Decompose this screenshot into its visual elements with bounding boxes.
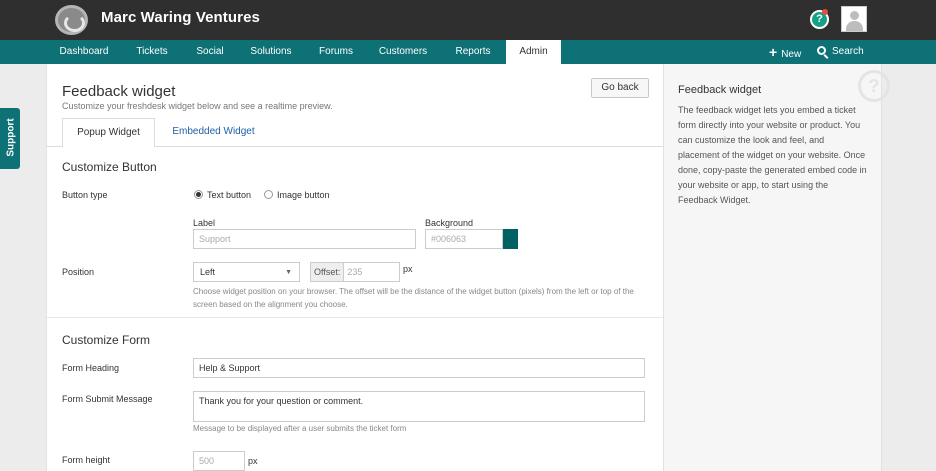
button-type-label: Button type xyxy=(62,190,108,200)
nav-customers[interactable]: Customers xyxy=(370,40,436,64)
offset-input[interactable]: Offset: 235 xyxy=(310,262,400,282)
nav-reports[interactable]: Reports xyxy=(445,40,501,64)
nav-dashboard[interactable]: Dashboard xyxy=(52,40,116,64)
nav-social[interactable]: Social xyxy=(187,40,233,64)
new-button[interactable]: + New xyxy=(769,40,801,64)
main-panel: Feedback widget Customize your freshdesk… xyxy=(46,64,664,471)
nav-forums[interactable]: Forums xyxy=(309,40,363,64)
plus-icon: + xyxy=(769,44,778,60)
form-submit-message-label: Form Submit Message xyxy=(62,394,153,404)
help-sidebar: ? Feedback widget The feedback widget le… xyxy=(663,64,890,471)
search-icon xyxy=(817,46,826,55)
nav-solutions[interactable]: Solutions xyxy=(242,40,300,64)
position-select[interactable]: Left ▼ xyxy=(193,262,300,282)
support-widget-tab[interactable]: Support xyxy=(0,108,20,169)
form-height-label: Form height xyxy=(62,455,111,465)
chevron-down-icon: ▼ xyxy=(285,269,292,276)
offset-addon: Offset: xyxy=(311,263,345,281)
color-swatch[interactable] xyxy=(503,229,518,249)
support-tab-label: Support xyxy=(5,118,17,157)
form-heading-input[interactable]: Help & Support xyxy=(193,358,645,378)
top-bar: Marc Waring Ventures ? xyxy=(0,0,936,40)
tab-popup-widget[interactable]: Popup Widget xyxy=(62,118,155,147)
search-button[interactable]: Search xyxy=(817,40,864,64)
position-label: Position xyxy=(62,267,95,277)
notification-dot-icon xyxy=(822,9,828,15)
nav-admin[interactable]: Admin xyxy=(506,40,561,64)
customize-form-heading: Customize Form xyxy=(62,333,151,347)
form-height-unit: px xyxy=(248,456,258,466)
background-label: Background xyxy=(425,218,474,228)
go-back-button[interactable]: Go back xyxy=(591,78,649,98)
sidebar-title: Feedback widget xyxy=(678,84,762,96)
nav-tickets[interactable]: Tickets xyxy=(126,40,178,64)
image-button-radio[interactable] xyxy=(264,190,273,199)
text-button-label: Text button xyxy=(207,190,252,200)
main-nav: Dashboard Tickets Social Solutions Forum… xyxy=(0,40,936,64)
page-subtitle: Customize your freshdesk widget below an… xyxy=(62,101,333,111)
form-heading-label: Form Heading xyxy=(62,363,120,373)
tab-embedded-widget[interactable]: Embedded Widget xyxy=(157,118,270,147)
background-color-input[interactable]: #006063 xyxy=(425,229,503,249)
submit-message-help-text: Message to be displayed after a user sub… xyxy=(193,424,407,433)
customize-button-heading: Customize Button xyxy=(62,160,157,174)
company-name: Marc Waring Ventures xyxy=(101,9,260,26)
question-mark-icon: ? xyxy=(858,70,890,102)
form-height-input[interactable]: 500 xyxy=(193,451,245,471)
form-submit-message-textarea[interactable]: Thank you for your question or comment. xyxy=(193,391,645,422)
sidebar-description: The feedback widget lets you embed a tic… xyxy=(678,105,867,205)
label-field-label: Label xyxy=(193,218,216,228)
image-button-label: Image button xyxy=(277,190,330,200)
page-title: Feedback widget xyxy=(62,83,176,100)
button-label-input[interactable]: Support xyxy=(193,229,416,249)
freshdesk-logo-icon[interactable] xyxy=(55,5,88,35)
user-avatar-icon[interactable] xyxy=(841,6,867,32)
offset-unit: px xyxy=(403,264,413,274)
text-button-radio[interactable] xyxy=(194,190,203,199)
position-help-text: Choose widget position on your browser. … xyxy=(193,287,634,309)
